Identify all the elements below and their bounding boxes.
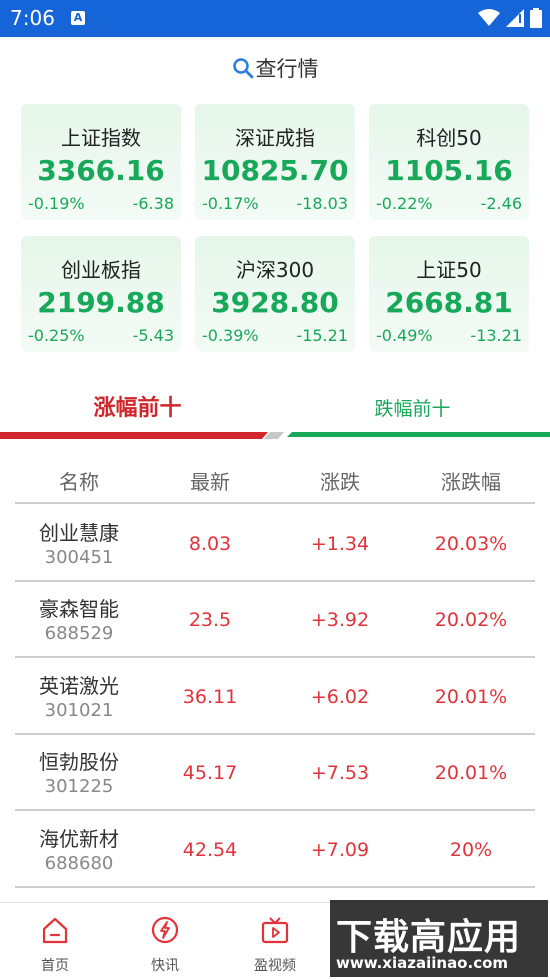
stock-name: 创业慧康: [39, 521, 119, 545]
table-row[interactable]: 创业慧康 300451 8.03 +1.34 20.03%: [15, 505, 535, 582]
status-icons: [478, 7, 542, 29]
col-name: 名称: [59, 470, 99, 494]
nav-video[interactable]: 盈视频: [220, 903, 330, 980]
stock-code: 300451: [44, 547, 114, 568]
signal-icon: [506, 9, 524, 27]
nav-flash[interactable]: 快讯: [110, 903, 220, 980]
index-value: 10825.70: [201, 154, 349, 187]
col-change: 涨跌: [320, 470, 360, 494]
index-value: 1105.16: [385, 154, 513, 187]
index-change: -18.03: [296, 194, 348, 213]
nav-flash-label: 快讯: [151, 958, 179, 974]
table-header: 名称 最新 涨跌 涨跌幅: [15, 456, 535, 504]
stock-pct: 20.01%: [434, 686, 508, 708]
col-latest: 最新: [190, 470, 230, 494]
stock-change: +3.92: [310, 609, 370, 631]
nav-video-label: 盈视频: [254, 958, 296, 974]
index-change: -15.21: [296, 326, 348, 345]
index-change: -6.38: [132, 194, 174, 213]
table-row[interactable]: 海优新材 688680 42.54 +7.09 20%: [15, 811, 535, 888]
table-row[interactable]: 英诺激光 301021 36.11 +6.02 20.01%: [15, 658, 535, 735]
stock-code: 301021: [44, 700, 114, 721]
stock-pct: 20%: [449, 839, 493, 861]
index-value: 3928.80: [211, 286, 339, 319]
index-change: -13.21: [470, 326, 522, 345]
stock-latest: 42.54: [182, 839, 238, 861]
col-pct: 涨跌幅: [441, 470, 501, 494]
index-pct: -0.22%: [376, 194, 433, 213]
stock-change: +7.09: [310, 839, 370, 861]
index-name: 上证50: [416, 258, 482, 282]
stock-code: 688529: [44, 623, 114, 644]
nav-home[interactable]: 首页: [0, 903, 110, 980]
index-name: 创业板指: [61, 258, 141, 282]
battery-icon: [530, 8, 542, 28]
stock-change: +1.34: [310, 533, 370, 555]
search-quote-button[interactable]: 查行情: [0, 50, 550, 86]
notification-icon: A: [71, 11, 85, 25]
index-card[interactable]: 上证指数 3366.16 -0.19% -6.38: [21, 104, 181, 220]
tab-losers[interactable]: 跌幅前十: [275, 394, 550, 421]
watermark-url: www.xiazaiinao.com: [336, 954, 509, 972]
search-icon: [232, 58, 253, 79]
index-card[interactable]: 上证50 2668.81 -0.49% -13.21: [369, 236, 529, 352]
table-row[interactable]: 豪森智能 688529 23.5 +3.92 20.02%: [15, 581, 535, 658]
stock-latest: 45.17: [182, 762, 238, 784]
stock-code: 688680: [44, 853, 114, 874]
search-label: 查行情: [255, 57, 319, 81]
stock-latest: 8.03: [188, 533, 232, 555]
index-value: 2199.88: [37, 286, 165, 319]
stock-latest: 23.5: [188, 609, 232, 631]
a-badge-label: A: [73, 11, 83, 24]
stock-latest: 36.11: [182, 686, 238, 708]
index-change: -5.43: [132, 326, 174, 345]
index-pct: -0.49%: [376, 326, 433, 345]
stock-pct: 20.03%: [434, 533, 508, 555]
index-card[interactable]: 深证成指 10825.70 -0.17% -18.03: [195, 104, 355, 220]
stock-name: 恒勃股份: [39, 750, 119, 774]
stock-code: 301225: [44, 776, 114, 797]
stock-change: +6.02: [310, 686, 370, 708]
table-row[interactable]: 恒勃股份 301225 45.17 +7.53 20.01%: [15, 734, 535, 811]
index-card[interactable]: 科创50 1105.16 -0.22% -2.46: [369, 104, 529, 220]
nav-home-label: 首页: [41, 958, 69, 974]
home-icon: [42, 917, 68, 944]
tab-indicator: [0, 432, 550, 439]
stock-pct: 20.02%: [434, 609, 508, 631]
stock-name: 海优新材: [39, 827, 119, 851]
status-bar: 7:06 A: [0, 0, 550, 37]
watermark: 下载高应用 www.xiazaiinao.com: [330, 900, 548, 977]
stock-name: 英诺激光: [39, 674, 119, 698]
index-name: 科创50: [416, 126, 482, 150]
tv-icon: [261, 917, 289, 944]
index-pct: -0.19%: [28, 194, 85, 213]
index-pct: -0.25%: [28, 326, 85, 345]
index-value: 2668.81: [385, 286, 513, 319]
index-pct: -0.39%: [202, 326, 259, 345]
stock-pct: 20.01%: [434, 762, 508, 784]
tab-gainers[interactable]: 涨幅前十: [0, 390, 275, 422]
index-card[interactable]: 沪深300 3928.80 -0.39% -15.21: [195, 236, 355, 352]
index-pct: -0.17%: [202, 194, 259, 213]
stock-change: +7.53: [310, 762, 370, 784]
index-name: 沪深300: [235, 258, 315, 282]
index-change: -2.46: [480, 194, 522, 213]
status-time: 7:06: [10, 6, 55, 30]
wifi-icon: [478, 9, 500, 26]
index-card[interactable]: 创业板指 2199.88 -0.25% -5.43: [21, 236, 181, 352]
index-value: 3366.16: [37, 154, 165, 187]
index-name: 深证成指: [235, 126, 315, 150]
watermark-title: 下载高应用: [336, 917, 522, 958]
stock-name: 豪森智能: [39, 597, 119, 621]
index-name: 上证指数: [61, 126, 141, 150]
flash-icon: [151, 916, 179, 944]
